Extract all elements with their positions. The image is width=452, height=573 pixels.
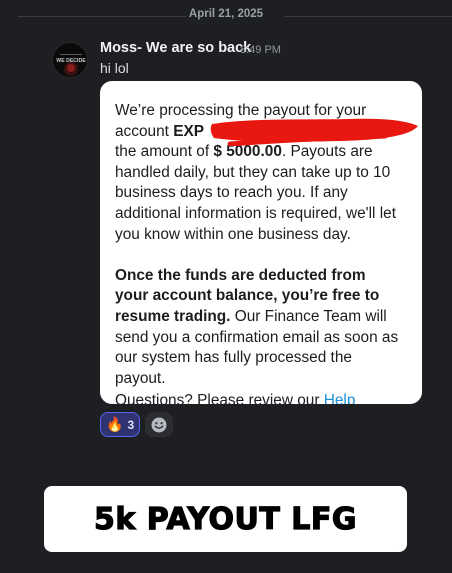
date-divider: April 21, 2025 bbox=[0, 6, 452, 26]
email-line: payout. bbox=[115, 369, 166, 387]
avatar[interactable]: WE DECIDE bbox=[52, 42, 88, 78]
email-line: our system has fully processed the bbox=[115, 349, 352, 367]
email-line: send you a confirmation email as soon as bbox=[115, 328, 399, 346]
account-id-prefix: EXP bbox=[173, 122, 204, 140]
message-author[interactable]: Moss- We are so back bbox=[100, 40, 251, 56]
email-line: handled daily, but they can take up to 1… bbox=[115, 163, 391, 181]
email-line: Our Finance Team will bbox=[230, 307, 387, 325]
email-line: account bbox=[115, 122, 174, 140]
smiley-icon bbox=[151, 417, 167, 432]
email-line: the amount of bbox=[115, 143, 214, 161]
date-divider-label: April 21, 2025 bbox=[188, 8, 264, 20]
email-line: you know within one business day. bbox=[115, 225, 351, 243]
caption-overlay: 5k PAYOUT LFG bbox=[44, 486, 407, 552]
add-reaction-button[interactable] bbox=[145, 412, 173, 437]
caption-text: 5k PAYOUT LFG bbox=[93, 501, 357, 537]
fire-emoji-icon: 🔥 bbox=[106, 416, 124, 433]
reaction-count: 3 bbox=[127, 417, 135, 432]
email-paragraph-2: Once the funds are deducted from your ac… bbox=[115, 266, 415, 390]
red-redaction-scribble bbox=[210, 118, 418, 146]
email-cutoff-line: Questions? Please review our Help bbox=[115, 392, 415, 404]
email-line: additional information is required, we'l… bbox=[115, 204, 396, 222]
email-bold-line: your account balance, you’re free to bbox=[115, 287, 380, 305]
email-bold-line: resume trading. bbox=[115, 307, 231, 325]
email-body: We’re processing the payout for your acc… bbox=[115, 101, 415, 404]
email-line: business days to reach you. If any bbox=[115, 184, 348, 202]
avatar-text: WE DECIDE bbox=[56, 58, 86, 64]
help-link[interactable]: Help bbox=[324, 392, 356, 404]
attached-email-screenshot[interactable]: We’re processing the payout for your acc… bbox=[100, 81, 422, 404]
reaction-fire[interactable]: 🔥 3 bbox=[100, 412, 140, 437]
message-text: hi lol bbox=[100, 60, 129, 76]
avatar-image: WE DECIDE bbox=[53, 43, 87, 77]
email-bold-line: Once the funds are deducted from bbox=[115, 266, 366, 284]
message-timestamp: 8:49 PM bbox=[240, 44, 281, 56]
email-line: Questions? Please review our bbox=[115, 392, 324, 404]
divider-line-right bbox=[284, 16, 452, 17]
